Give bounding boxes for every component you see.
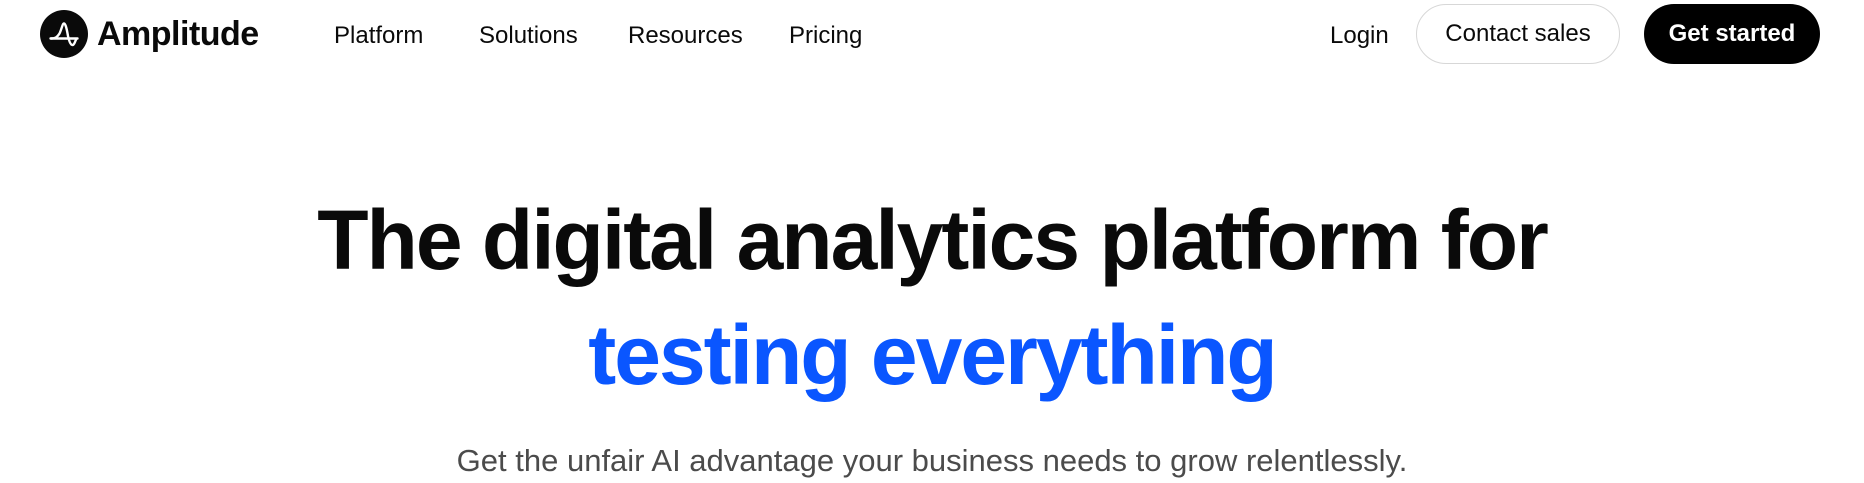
brand-link[interactable]: Amplitude: [40, 10, 259, 58]
hero-subtitle: Get the unfair AI advantage your busines…: [456, 443, 1408, 478]
nav-item-resources[interactable]: Resources: [628, 18, 789, 54]
login-link[interactable]: Login: [1330, 18, 1389, 54]
site-header: Amplitude Platform Solutions Resources P…: [0, 0, 1864, 70]
nav-item-solutions[interactable]: Solutions: [479, 18, 628, 54]
nav-item-platform[interactable]: Platform: [334, 18, 479, 54]
contact-sales-button[interactable]: Contact sales: [1416, 4, 1620, 64]
main-nav: Platform Solutions Resources Pricing: [334, 18, 879, 54]
get-started-button[interactable]: Get started: [1644, 4, 1820, 64]
hero-headline-accent: testing everything: [588, 308, 1277, 402]
landing-page: Amplitude Platform Solutions Resources P…: [0, 0, 1864, 483]
amplitude-logo-icon: [40, 10, 88, 58]
nav-item-pricing[interactable]: Pricing: [789, 18, 879, 54]
brand-name: Amplitude: [97, 14, 259, 53]
hero-headline: The digital analytics platform for: [317, 193, 1549, 287]
